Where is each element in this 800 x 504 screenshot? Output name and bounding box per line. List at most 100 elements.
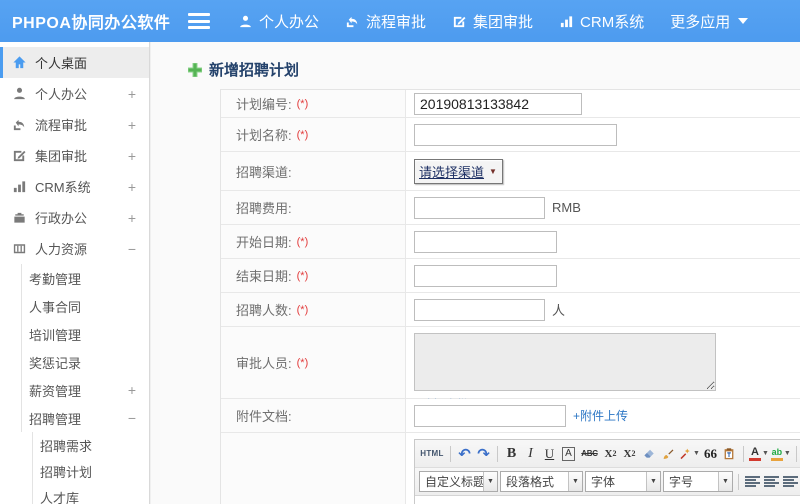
nav-crm-system[interactable]: CRM系统: [559, 11, 644, 32]
undo-icon[interactable]: ↶: [456, 444, 473, 464]
font-size-dropdown[interactable]: 字号 ▼: [663, 471, 733, 492]
plan-number-input[interactable]: [414, 92, 582, 115]
chart-icon: [559, 14, 574, 29]
form-row-editor: HTML ↶ ↷ B I U A ABC X2 X2 ▼ 66 A ▼ ab ▼…: [221, 433, 800, 504]
sidebar-item-admin-office[interactable]: 行政办公 +: [0, 202, 149, 233]
select-caret-icon: ▼: [489, 166, 497, 176]
collapse-icon[interactable]: −: [128, 410, 136, 426]
field-label: 开始日期:: [236, 235, 292, 250]
sidebar-item-personal-office[interactable]: 个人办公 +: [0, 78, 149, 109]
nav-more-apps[interactable]: 更多应用: [670, 11, 749, 32]
redo-icon[interactable]: ↷: [475, 444, 492, 464]
field-label: 附件文档:: [236, 409, 292, 424]
headcount-input[interactable]: [414, 298, 545, 321]
channel-select[interactable]: 请选择渠道 ▼: [414, 158, 503, 184]
sidebar-item-personal-desktop[interactable]: 个人桌面: [0, 47, 149, 78]
required-mark: (*): [296, 269, 309, 282]
align-center-icon[interactable]: [763, 472, 780, 492]
align-right-icon[interactable]: [782, 472, 799, 492]
currency-suffix: RMB: [552, 200, 581, 215]
field-label: 招聘渠道:: [236, 164, 292, 180]
home-icon: [12, 55, 27, 70]
editor-toolbar-row2: 自定义标题 ▼ 段落格式 ▼ 字体 ▼ 字号 ▼: [415, 468, 800, 496]
required-mark: (*): [296, 303, 309, 316]
underline-button[interactable]: U: [541, 444, 558, 464]
italic-button[interactable]: I: [522, 444, 539, 464]
format-brush-icon[interactable]: [659, 444, 676, 464]
approvers-textarea[interactable]: [414, 333, 716, 391]
sidebar-item-crm-system[interactable]: CRM系统 +: [0, 171, 149, 202]
form-row-approvers: 审批人员: (*) +选择审批人员: [221, 327, 800, 412]
expand-icon[interactable]: +: [128, 210, 136, 226]
source-code-button[interactable]: HTML: [419, 444, 445, 464]
form-row-plan-number: 计划编号: (*): [221, 90, 800, 118]
sidebar-item-reward-punish[interactable]: 奖惩记录: [21, 348, 149, 376]
menu-icon[interactable]: [188, 13, 210, 29]
expand-icon[interactable]: +: [128, 148, 136, 164]
expand-icon[interactable]: +: [128, 382, 136, 398]
nav-label: 个人办公: [259, 13, 320, 31]
form-row-cost: 招聘费用: RMB: [221, 191, 800, 225]
top-nav: 个人办公 流程审批 集团审批 CRM系统 更多应用: [238, 11, 749, 32]
field-label: 结束日期:: [236, 269, 292, 284]
sidebar-item-workflow-approval[interactable]: 流程审批 +: [0, 109, 149, 140]
expand-icon[interactable]: +: [128, 179, 136, 195]
person-icon: [238, 14, 253, 29]
inline-style-button[interactable]: A: [560, 444, 577, 464]
sidebar-item-attendance-mgmt[interactable]: 考勤管理: [21, 264, 149, 292]
font-family-dropdown[interactable]: 字体 ▼: [585, 471, 661, 492]
subscript-button[interactable]: X2: [621, 444, 638, 464]
nav-label: 流程审批: [366, 13, 427, 31]
upload-attachment-link[interactable]: +附件上传: [573, 407, 628, 424]
sidebar-item-human-resources[interactable]: 人力资源 −: [0, 233, 149, 264]
expand-icon[interactable]: +: [128, 86, 136, 102]
sidebar-item-group-approval[interactable]: 集团审批 +: [0, 140, 149, 171]
required-mark: (*): [296, 97, 309, 110]
superscript-button[interactable]: X2: [602, 444, 619, 464]
sidebar-item-hr-contract[interactable]: 人事合同: [21, 292, 149, 320]
paste-text-icon[interactable]: [721, 444, 738, 464]
sidebar: 个人桌面 个人办公 + 流程审批 + 集团审批 + CRM系统 + 行政办公 +…: [0, 42, 150, 504]
sidebar-item-recruit-demand[interactable]: 招聘需求: [32, 432, 149, 458]
start-date-input[interactable]: [414, 230, 557, 253]
caret-down-icon: [738, 18, 749, 24]
blockquote-button[interactable]: 66: [702, 444, 719, 464]
plan-name-input[interactable]: [414, 123, 617, 146]
app-logo[interactable]: PHPOA协同办公软件: [0, 9, 188, 33]
nav-personal-office[interactable]: 个人办公: [238, 11, 319, 32]
nav-group-approval[interactable]: 集团审批: [452, 11, 533, 32]
highlight-color-button[interactable]: ab ▼: [770, 444, 791, 464]
font-color-button[interactable]: A ▼: [748, 444, 769, 464]
cost-input[interactable]: [414, 196, 545, 219]
align-left-icon[interactable]: [744, 472, 761, 492]
end-date-input[interactable]: [414, 264, 557, 287]
nav-workflow-approval[interactable]: 流程审批: [345, 11, 426, 32]
paragraph-format-dropdown[interactable]: 段落格式 ▼: [500, 471, 583, 492]
sidebar-item-training-mgmt[interactable]: 培训管理: [21, 320, 149, 348]
form-row-headcount: 招聘人数: (*) 人: [221, 293, 800, 327]
collapse-icon[interactable]: −: [128, 241, 136, 257]
nav-label: 集团审批: [473, 13, 534, 31]
color-wand-icon[interactable]: ▼: [678, 444, 700, 464]
strikethrough-button[interactable]: ABC: [579, 444, 600, 464]
sidebar-item-talent-pool[interactable]: 人才库: [32, 484, 149, 504]
dropdown-caret-icon: ▼: [568, 472, 582, 491]
sidebar-item-recruit-mgmt[interactable]: 招聘管理 −: [21, 404, 149, 432]
main-content: 新增招聘计划 计划编号: (*) 计划名称: (*) 招聘渠道:: [151, 42, 800, 504]
sidebar-item-salary-mgmt[interactable]: 薪资管理 +: [21, 376, 149, 404]
eraser-icon[interactable]: [640, 444, 657, 464]
page-title: 新增招聘计划: [151, 42, 800, 80]
dropdown-caret-icon: ▼: [718, 472, 732, 491]
required-mark: (*): [296, 235, 309, 248]
sidebar-item-recruit-plan[interactable]: 招聘计划: [32, 458, 149, 484]
form-row-channel: 招聘渠道: 请选择渠道 ▼: [221, 152, 800, 191]
plus-icon: [188, 62, 202, 77]
rich-text-editor: HTML ↶ ↷ B I U A ABC X2 X2 ▼ 66 A ▼ ab ▼…: [414, 439, 800, 504]
attachment-input[interactable]: [414, 404, 566, 427]
editor-body[interactable]: [415, 496, 800, 504]
nav-label: CRM系统: [580, 13, 645, 31]
bold-button[interactable]: B: [503, 444, 520, 464]
custom-title-dropdown[interactable]: 自定义标题 ▼: [419, 471, 498, 492]
expand-icon[interactable]: +: [128, 117, 136, 133]
person-icon: [12, 86, 27, 101]
